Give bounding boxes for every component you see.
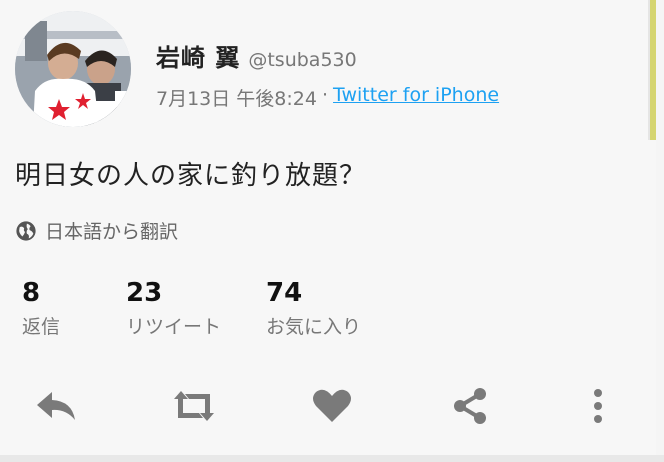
- stat-replies[interactable]: 8 返信: [22, 278, 60, 339]
- user-handle[interactable]: @tsuba530: [248, 49, 356, 71]
- tweet-card: 岩崎 翼 @tsuba530 7月13日 午後8:24 · Twitter fo…: [0, 0, 664, 462]
- meta-separator: ·: [321, 84, 329, 106]
- translate-button[interactable]: 日本語から翻訳: [15, 217, 178, 244]
- likes-label: お気に入り: [266, 316, 362, 338]
- replies-label: 返信: [22, 316, 61, 338]
- share-icon: [454, 388, 486, 424]
- display-name[interactable]: 岩崎 翼: [156, 38, 240, 73]
- replies-count: 8: [22, 278, 41, 308]
- reply-icon: [37, 392, 75, 420]
- more-vertical-icon: [594, 389, 602, 423]
- heart-icon: [313, 389, 351, 422]
- more-button[interactable]: [574, 384, 622, 428]
- retweet-icon: [174, 391, 214, 421]
- reply-button[interactable]: [32, 384, 80, 428]
- globe-icon: [16, 220, 36, 241]
- tweet-meta: 7月13日 午後8:24 · Twitter for iPhone: [156, 84, 499, 111]
- tweet-text: 明日女の人の家に釣り放題？: [15, 161, 367, 191]
- retweets-label: リツイート: [126, 316, 222, 338]
- translate-label: 日本語から翻訳: [45, 221, 179, 243]
- retweet-button[interactable]: [170, 384, 218, 428]
- avatar[interactable]: [15, 11, 131, 127]
- like-button[interactable]: [308, 384, 356, 428]
- stat-likes[interactable]: 74 お気に入り: [266, 278, 361, 339]
- share-button[interactable]: [446, 384, 494, 428]
- likes-count: 74: [266, 278, 303, 308]
- tweet-timestamp: 7月13日 午後8:24: [156, 88, 317, 110]
- divider: [0, 455, 664, 462]
- scroll-indicator: [650, 0, 656, 140]
- stat-retweets[interactable]: 23 リツイート: [126, 278, 221, 339]
- user-name-row[interactable]: 岩崎 翼 @tsuba530: [156, 38, 357, 73]
- source-link[interactable]: Twitter for iPhone: [333, 84, 499, 111]
- retweets-count: 23: [126, 278, 163, 308]
